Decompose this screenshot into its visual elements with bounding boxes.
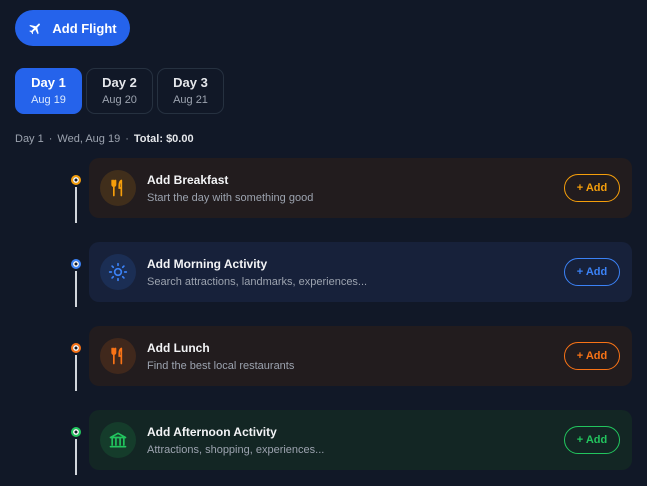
icon-circle <box>100 422 136 458</box>
utensils-icon <box>111 347 123 365</box>
afternoon-activity-card[interactable]: Add Afternoon Activity Attractions, shop… <box>89 410 632 470</box>
day-tabs: Day 1 Aug 19 Day 2 Aug 20 Day 3 Aug 21 <box>15 68 224 114</box>
day-tab-date: Aug 20 <box>102 93 137 106</box>
card-title: Add Morning Activity <box>147 257 268 271</box>
summary-date: Wed, Aug 19 <box>57 133 121 145</box>
icon-circle <box>100 254 136 290</box>
breakfast-card[interactable]: Add Breakfast Start the day with somethi… <box>89 158 632 218</box>
timeline-dot <box>71 427 81 437</box>
day-tab-label: Day 3 <box>173 74 208 90</box>
timeline-dot <box>71 343 81 353</box>
timeline-row: Add Morning Activity Search attractions,… <box>0 242 647 307</box>
card-title: Add Afternoon Activity <box>147 425 277 439</box>
timeline-dot <box>71 259 81 269</box>
card-subtitle: Search attractions, landmarks, experienc… <box>147 276 368 288</box>
timeline-dot <box>71 175 81 185</box>
utensils-icon <box>111 179 123 197</box>
tab-day-2[interactable]: Day 2 Aug 20 <box>86 68 153 114</box>
card-subtitle: Find the best local restaurants <box>147 360 295 372</box>
day-tab-label: Day 1 <box>31 74 66 90</box>
day-tab-date: Aug 21 <box>173 93 208 106</box>
icon-circle <box>100 170 136 206</box>
sun-icon <box>108 262 128 282</box>
add-breakfast-button[interactable]: + Add <box>564 174 620 202</box>
timeline-row: Add Afternoon Activity Attractions, shop… <box>0 410 647 475</box>
museum-icon <box>109 432 127 448</box>
timeline-line <box>75 187 77 223</box>
summary-separator: · <box>48 133 53 145</box>
day-tab-label: Day 2 <box>102 74 137 90</box>
add-morning-activity-button[interactable]: + Add <box>564 258 620 286</box>
add-lunch-button[interactable]: + Add <box>564 342 620 370</box>
card-title: Add Breakfast <box>147 173 229 187</box>
timeline-line <box>75 439 77 475</box>
summary-day: Day 1 <box>15 133 44 145</box>
day-tab-date: Aug 19 <box>31 93 66 106</box>
icon-circle <box>100 338 136 374</box>
card-subtitle: Start the day with something good <box>147 192 314 204</box>
card-title: Add Lunch <box>147 341 210 355</box>
timeline-row: Add Lunch Find the best local restaurant… <box>0 326 647 391</box>
summary-separator: · <box>125 133 129 145</box>
summary-total: Total: $0.00 <box>133 133 194 145</box>
tab-day-1[interactable]: Day 1 Aug 19 <box>15 68 82 114</box>
lunch-card[interactable]: Add Lunch Find the best local restaurant… <box>89 326 632 386</box>
day-summary: Day 1 · Wed, Aug 19 · Total: $0.00 <box>15 133 194 145</box>
timeline-line <box>75 271 77 307</box>
add-flight-button[interactable]: Add Flight <box>15 10 130 46</box>
add-afternoon-activity-button[interactable]: + Add <box>564 426 620 454</box>
add-flight-label: Add Flight <box>52 20 117 36</box>
morning-activity-card[interactable]: Add Morning Activity Search attractions,… <box>89 242 632 302</box>
timeline-row: Add Breakfast Start the day with somethi… <box>0 158 647 223</box>
tab-day-3[interactable]: Day 3 Aug 21 <box>157 68 224 114</box>
card-subtitle: Attractions, shopping, experiences... <box>147 444 325 456</box>
timeline-line <box>75 355 77 391</box>
airplane-icon <box>29 23 41 34</box>
